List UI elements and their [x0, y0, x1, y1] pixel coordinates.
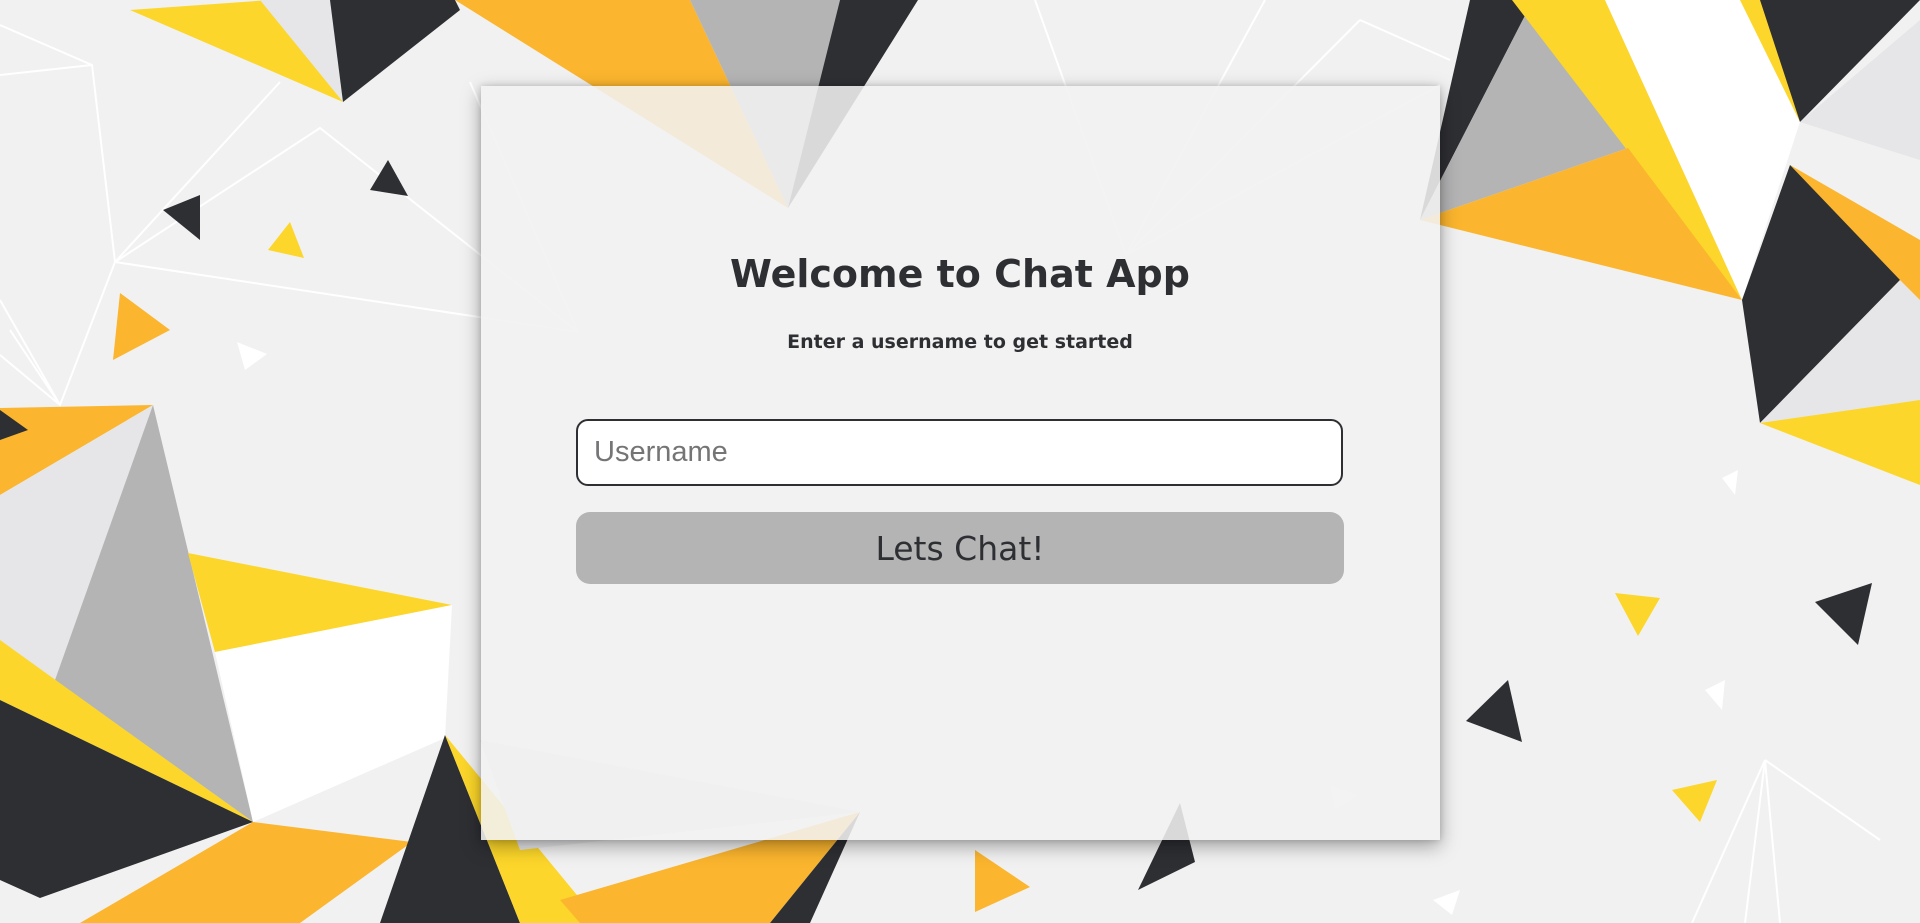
lets-chat-button[interactable]: Lets Chat! [576, 512, 1344, 584]
page-title: Welcome to Chat App [730, 252, 1190, 296]
page-subtitle: Enter a username to get started [787, 331, 1133, 353]
login-screen: Welcome to Chat App Enter a username to … [0, 0, 1920, 923]
username-input[interactable] [576, 419, 1343, 486]
